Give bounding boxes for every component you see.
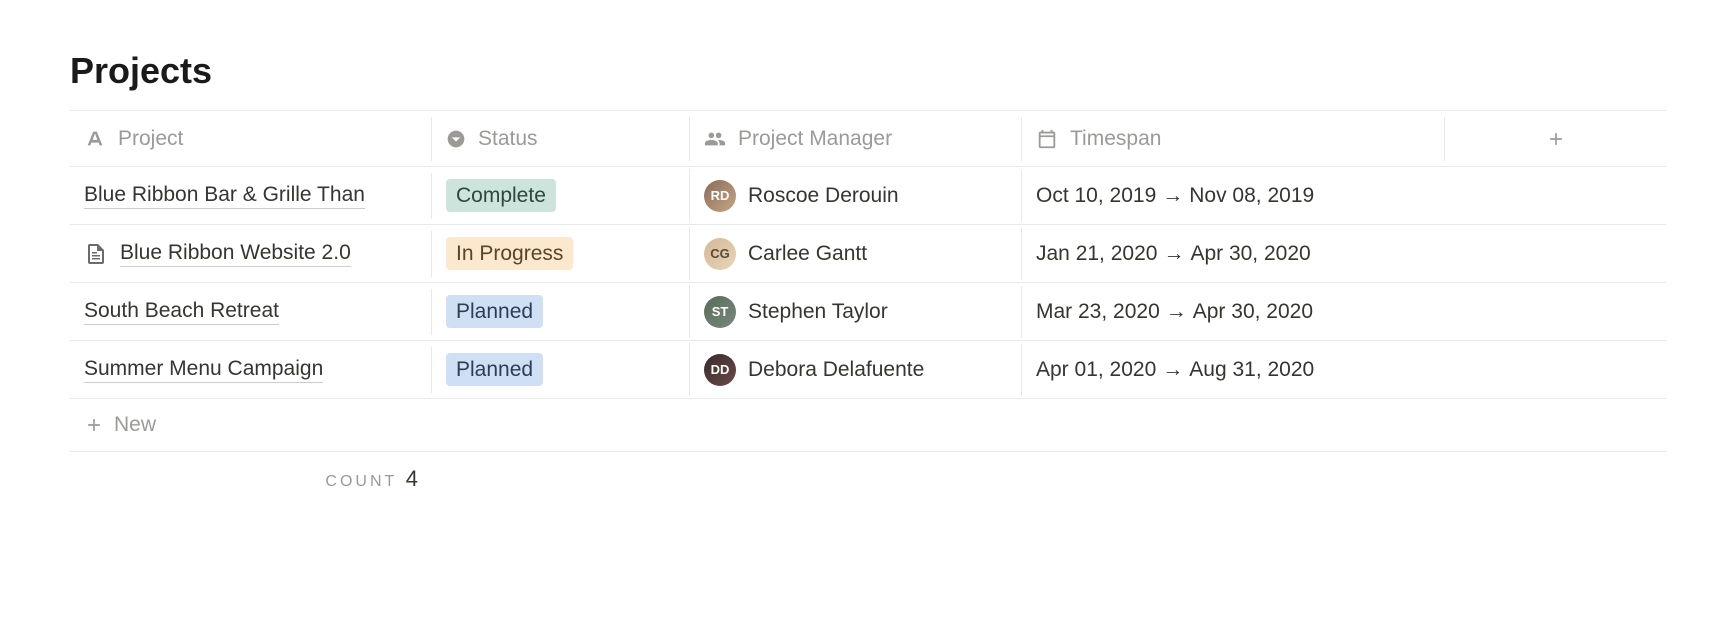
timespan-text: Jan 21, 2020→Apr 30, 2020	[1036, 242, 1311, 266]
status-badge: In Progress	[446, 237, 573, 270]
timespan-text: Apr 01, 2020→Aug 31, 2020	[1036, 358, 1314, 382]
text-type-icon	[84, 128, 106, 150]
column-header-status[interactable]: Status	[432, 117, 690, 161]
cell-project[interactable]: Summer Menu Campaign	[70, 347, 432, 393]
project-title[interactable]: Summer Menu Campaign	[84, 357, 323, 383]
cell-status[interactable]: Complete	[432, 169, 690, 222]
cell-project[interactable]: Blue Ribbon Bar & Grille Than	[70, 173, 432, 219]
new-row-label: New	[114, 413, 156, 437]
add-column-button[interactable]	[1445, 119, 1666, 159]
avatar: DD	[704, 354, 736, 386]
timespan-text: Oct 10, 2019→Nov 08, 2019	[1036, 184, 1314, 208]
manager-name: Debora Delafuente	[748, 358, 924, 382]
table-footer: COUNT 4	[70, 452, 1666, 506]
cell-manager[interactable]: CG Carlee Gantt	[690, 228, 1022, 280]
project-title[interactable]: Blue Ribbon Website 2.0	[120, 241, 351, 267]
projects-table: Project Status Project Manager Timespan …	[70, 110, 1666, 452]
count-label: COUNT	[325, 473, 397, 490]
status-badge: Complete	[446, 179, 556, 212]
cell-manager[interactable]: DD Debora Delafuente	[690, 344, 1022, 396]
column-header-label: Status	[478, 127, 538, 151]
plus-icon	[84, 415, 104, 435]
status-badge: Planned	[446, 353, 543, 386]
cell-manager[interactable]: RD Roscoe Derouin	[690, 170, 1022, 222]
project-title[interactable]: South Beach Retreat	[84, 299, 279, 325]
cell-status[interactable]: Planned	[432, 285, 690, 338]
manager-name: Roscoe Derouin	[748, 184, 899, 208]
cell-status[interactable]: Planned	[432, 343, 690, 396]
table-header-row: Project Status Project Manager Timespan	[70, 111, 1666, 167]
column-header-label: Project	[118, 127, 183, 151]
avatar: ST	[704, 296, 736, 328]
page-icon	[84, 242, 108, 266]
cell-timespan[interactable]: Oct 10, 2019→Nov 08, 2019	[1022, 174, 1445, 218]
column-header-label: Timespan	[1070, 127, 1161, 151]
cell-timespan[interactable]: Apr 01, 2020→Aug 31, 2020	[1022, 348, 1445, 392]
column-header-project[interactable]: Project	[70, 117, 432, 161]
column-header-timespan[interactable]: Timespan	[1022, 117, 1445, 161]
status-badge: Planned	[446, 295, 543, 328]
people-icon	[704, 128, 726, 150]
new-row-button[interactable]: New	[70, 399, 1666, 452]
avatar: RD	[704, 180, 736, 212]
cell-project[interactable]: Blue Ribbon Website 2.0	[70, 231, 432, 277]
project-title[interactable]: Blue Ribbon Bar & Grille Than	[84, 183, 365, 209]
cell-manager[interactable]: ST Stephen Taylor	[690, 286, 1022, 338]
count-value: 4	[406, 466, 418, 491]
cell-project[interactable]: South Beach Retreat	[70, 289, 432, 335]
cell-timespan[interactable]: Mar 23, 2020→Apr 30, 2020	[1022, 290, 1445, 334]
cell-status[interactable]: In Progress	[432, 227, 690, 280]
table-row[interactable]: Blue Ribbon Website 2.0 In Progress CG Carl…	[70, 225, 1666, 283]
timespan-text: Mar 23, 2020→Apr 30, 2020	[1036, 300, 1313, 324]
table-row[interactable]: Blue Ribbon Bar & Grille ThanCompleteRDR…	[70, 167, 1666, 225]
cell-timespan[interactable]: Jan 21, 2020→Apr 30, 2020	[1022, 232, 1445, 276]
page-title: Projects	[70, 50, 1666, 92]
column-header-manager[interactable]: Project Manager	[690, 117, 1022, 161]
table-row[interactable]: South Beach Retreat Planned ST Stephen Tayl…	[70, 283, 1666, 341]
calendar-icon	[1036, 128, 1058, 150]
column-header-label: Project Manager	[738, 127, 892, 151]
manager-name: Carlee Gantt	[748, 242, 867, 266]
select-tag-icon	[446, 129, 466, 149]
avatar: CG	[704, 238, 736, 270]
plus-icon	[1546, 129, 1566, 149]
manager-name: Stephen Taylor	[748, 300, 888, 324]
table-row[interactable]: Summer Menu Campaign Planned DD Debora Dela…	[70, 341, 1666, 399]
